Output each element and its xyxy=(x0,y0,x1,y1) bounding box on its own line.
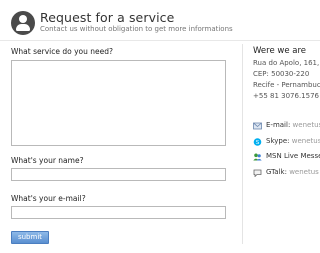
svg-text:S: S xyxy=(256,140,260,146)
contact-gtalk[interactable]: GTalk: wenetus xyxy=(253,168,320,179)
contact-value: wenetus xyxy=(291,137,320,145)
contact-label: MSN Live Messe xyxy=(266,152,320,160)
address-line: CEP: 50030-220 xyxy=(253,70,310,78)
contact-value: wenetus xyxy=(292,121,320,129)
contact-email[interactable]: E-mail: wenetus xyxy=(253,121,320,132)
contact-value: wenetus xyxy=(289,168,319,176)
contact-msn[interactable]: MSN Live Messe xyxy=(253,152,320,163)
user-icon xyxy=(11,11,35,35)
contact-label: GTalk: xyxy=(266,168,287,176)
page-header: Request for a service Contact us without… xyxy=(0,0,320,41)
service-label: What service do you need? xyxy=(11,47,113,56)
gtalk-icon xyxy=(253,169,262,177)
address-line: Recife - Pernambuc xyxy=(253,81,320,89)
msn-icon xyxy=(253,153,262,161)
contact-label: E-mail: xyxy=(266,121,291,129)
email-field[interactable] xyxy=(11,206,226,219)
name-label: What's your name? xyxy=(11,156,84,165)
page-subtitle: Contact us without obligation to get mor… xyxy=(40,25,233,33)
address-line: Rua do Apolo, 161, xyxy=(253,59,320,67)
email-label: What's your e-mail? xyxy=(11,194,86,203)
name-field[interactable] xyxy=(11,168,226,181)
contact-label: Skype: xyxy=(266,137,290,145)
service-textarea[interactable] xyxy=(11,60,226,146)
email-icon xyxy=(253,122,262,130)
skype-icon: S xyxy=(253,138,262,146)
location-title: Were we are xyxy=(253,46,307,56)
contact-skype[interactable]: S Skype: wenetus xyxy=(253,137,320,148)
page-title: Request for a service xyxy=(40,10,175,25)
submit-button[interactable]: submit xyxy=(11,231,49,244)
column-divider xyxy=(242,44,243,244)
phone-number: +55 81 3076.1576 xyxy=(253,92,319,100)
